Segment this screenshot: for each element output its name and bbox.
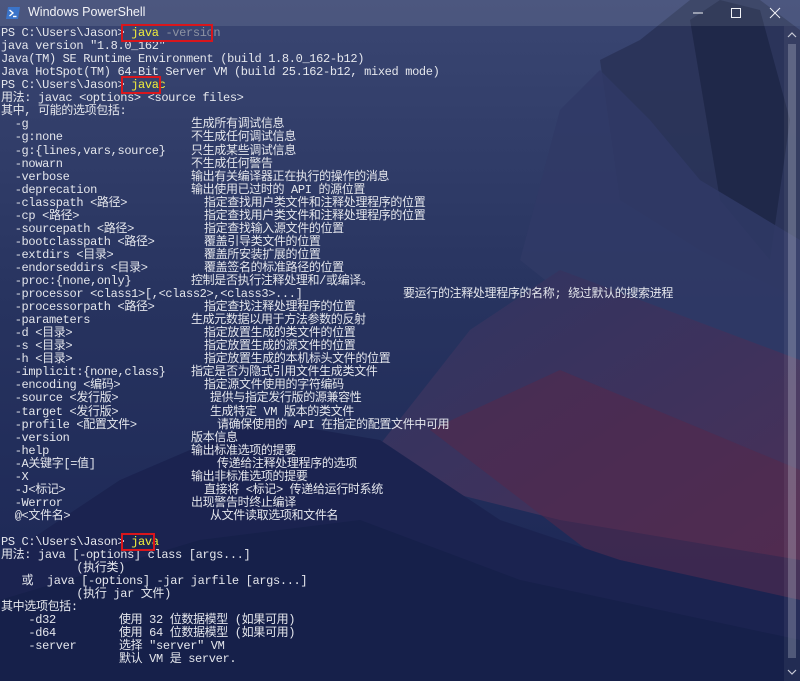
option-flag: -deprecation (1, 182, 98, 197)
output-line: 其中, 可能的选项包括: (1, 104, 127, 119)
option-description: 输出标准选项的提要 (191, 443, 296, 458)
option-flag: -J<标记> (1, 482, 66, 497)
option-flag: -cp <路径> (1, 208, 80, 223)
option-flag: -X (1, 469, 29, 484)
powershell-window: Windows PowerShell PS C:\Users\Jason> ja… (0, 0, 800, 681)
option-flag: -verbose (1, 169, 70, 184)
terminal-output[interactable]: PS C:\Users\Jason> java -version java ver… (0, 27, 782, 681)
option-flag: -Werror (1, 495, 63, 510)
close-button[interactable] (755, 0, 795, 26)
option-description: 输出有关编译器正在执行的操作的消息 (191, 169, 390, 184)
option-description: 只生成某些调试信息 (191, 143, 296, 158)
option-description: 默认 VM 是 server. (119, 652, 237, 667)
option-description: 覆盖引导类文件的位置 (204, 234, 321, 249)
option-description: 指定查找输入源文件的位置 (204, 221, 344, 236)
option-description: 从文件读取选项和文件名 (210, 508, 339, 523)
prompt-text: PS C:\Users\Jason> (1, 27, 132, 40)
option-flag: -server (1, 639, 77, 654)
option-description: 直接将 <标记> 传递给运行时系统 (204, 482, 383, 497)
option-flag: -target <发行版> (1, 404, 119, 419)
close-icon (769, 7, 781, 19)
title-bar[interactable]: Windows PowerShell (0, 0, 800, 26)
scroll-up-arrow-icon[interactable] (784, 28, 800, 42)
option-description: 出现警告时终止编译 (191, 495, 296, 510)
vertical-scrollbar[interactable] (784, 26, 800, 681)
command-highlight-box (120, 533, 155, 551)
maximize-button[interactable] (716, 0, 756, 26)
option-flag: -nowarn (1, 156, 63, 171)
option-flag: -endorseddirs <目录> (1, 260, 148, 275)
maximize-icon (731, 8, 741, 18)
option-flag: -version (1, 430, 70, 445)
output-line: Java(TM) SE Runtime Environment (build 1… (1, 52, 365, 67)
option-description: 提供与指定发行版的源兼容性 (210, 391, 362, 406)
option-flag: -d64 (1, 626, 56, 641)
option-description: 覆盖签名的标准路径的位置 (204, 260, 344, 275)
option-description: 不生成任何调试信息 (191, 130, 296, 145)
option-flag: -g:{lines,vars,source} (1, 143, 166, 158)
output-line: 其中选项包括: (1, 600, 78, 615)
option-description: 输出非标准选项的提要 (191, 469, 308, 484)
option-flag: -help (1, 443, 50, 458)
window-title: Windows PowerShell (28, 5, 146, 19)
option-description: 指定查找用户类文件和注释处理程序的位置 (204, 195, 426, 210)
option-flag: -A关键字[=值] (1, 456, 96, 471)
option-description: 请确保使用的 API 在指定的配置文件中可用 (217, 417, 450, 432)
option-flag: -classpath <路径> (1, 195, 128, 210)
option-flag: -source <发行版> (1, 391, 119, 406)
option-description: 输出使用已过时的 API 的源位置 (191, 182, 366, 197)
option-description: 传递给注释处理程序的选项 (217, 456, 357, 471)
option-flag: -bootclasspath <路径> (1, 234, 155, 249)
option-flag: -extdirs <目录> (1, 247, 114, 262)
command-highlight-box (120, 76, 161, 95)
prompt-text: PS C:\Users\Jason> (1, 535, 132, 549)
option-description: 指定查找用户类文件和注释处理程序的位置 (204, 208, 426, 223)
scroll-down-arrow-icon[interactable] (784, 665, 800, 679)
option-description: 覆盖所安装扩展的位置 (204, 247, 321, 262)
command-highlight-box (120, 24, 213, 42)
option-description: 版本信息 (191, 430, 238, 445)
option-flag: -sourcepath <路径> (1, 221, 135, 236)
powershell-icon (6, 7, 20, 19)
option-description: 生成特定 VM 版本的类文件 (210, 404, 354, 419)
option-flag: -profile <配置文件> (1, 417, 137, 432)
option-flag: -g:none (1, 130, 63, 145)
scrollbar-thumb[interactable] (788, 44, 796, 658)
option-description: 不生成任何警告 (191, 156, 273, 171)
option-flag: @<文件名> (1, 508, 71, 523)
minimize-button[interactable] (678, 0, 718, 26)
minimize-icon (693, 12, 703, 14)
option-description: 要运行的注释处理程序的名称; 绕过默认的搜索进程 (403, 287, 674, 301)
